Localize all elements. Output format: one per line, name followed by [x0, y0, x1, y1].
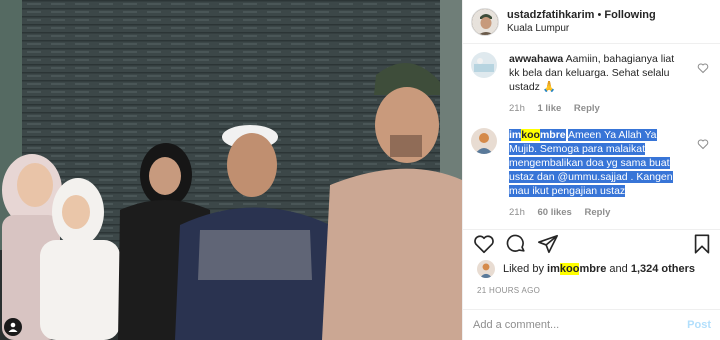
- share-icon[interactable]: [537, 233, 559, 255]
- comment-meta: 21h 60 likes Reply: [509, 206, 679, 220]
- following-button[interactable]: Following: [604, 9, 655, 21]
- comment-meta: 21h 1 like Reply: [509, 102, 679, 116]
- comment-likes[interactable]: 1 like: [538, 103, 562, 114]
- post-header: ustadzfatihkarim • Following Kuala Lumpu…: [463, 0, 720, 44]
- likes-and-label: and: [609, 263, 628, 275]
- likes-summary: Liked by imkoombre and 1,324 others: [477, 260, 695, 278]
- header-separator: •: [597, 8, 602, 21]
- commenter-avatar[interactable]: [471, 52, 497, 78]
- comment-item: awwahawa Aamiin, bahagianya liat kk bela…: [463, 52, 720, 116]
- post-actions: [463, 231, 720, 259]
- comment-username[interactable]: awwahawa: [509, 53, 563, 65]
- comment-time[interactable]: 21h: [509, 207, 525, 218]
- comment-item: imkoombre Ameen Ya Allah Ya Mujib. Semog…: [463, 128, 720, 220]
- family-photo-image: [0, 0, 462, 340]
- post-location[interactable]: Kuala Lumpur: [507, 22, 656, 36]
- heart-icon[interactable]: [697, 62, 709, 74]
- post-timestamp[interactable]: 21 HOURS AGO: [477, 286, 540, 295]
- post-comment-button[interactable]: Post: [687, 319, 711, 331]
- post-photo[interactable]: [0, 0, 462, 340]
- likes-others-count[interactable]: 1,324 others: [631, 263, 695, 275]
- comment-username[interactable]: imkoombre: [509, 129, 566, 141]
- bookmark-icon[interactable]: [691, 233, 713, 255]
- reply-button[interactable]: Reply: [584, 207, 610, 218]
- author-avatar[interactable]: [471, 7, 499, 36]
- liked-by-label: Liked by: [503, 263, 544, 275]
- liker-avatar[interactable]: [477, 260, 495, 278]
- reply-button[interactable]: Reply: [574, 103, 600, 114]
- commenter-avatar[interactable]: [471, 128, 497, 154]
- comments-list[interactable]: awwahawa Aamiin, bahagianya liat kk bela…: [463, 44, 720, 230]
- comment-likes[interactable]: 60 likes: [538, 207, 572, 218]
- liker-username[interactable]: imkoombre: [547, 263, 606, 275]
- heart-icon[interactable]: [697, 138, 709, 150]
- author-username[interactable]: ustadzfatihkarim: [507, 9, 594, 21]
- comment-input[interactable]: [473, 319, 688, 331]
- comment-time[interactable]: 21h: [509, 103, 525, 114]
- add-comment-bar: Post: [463, 309, 720, 340]
- post-side-panel: ustadzfatihkarim • Following Kuala Lumpu…: [462, 0, 720, 340]
- heart-icon[interactable]: [473, 233, 495, 255]
- comment-icon[interactable]: [505, 233, 527, 255]
- user-tag-icon[interactable]: [4, 318, 22, 336]
